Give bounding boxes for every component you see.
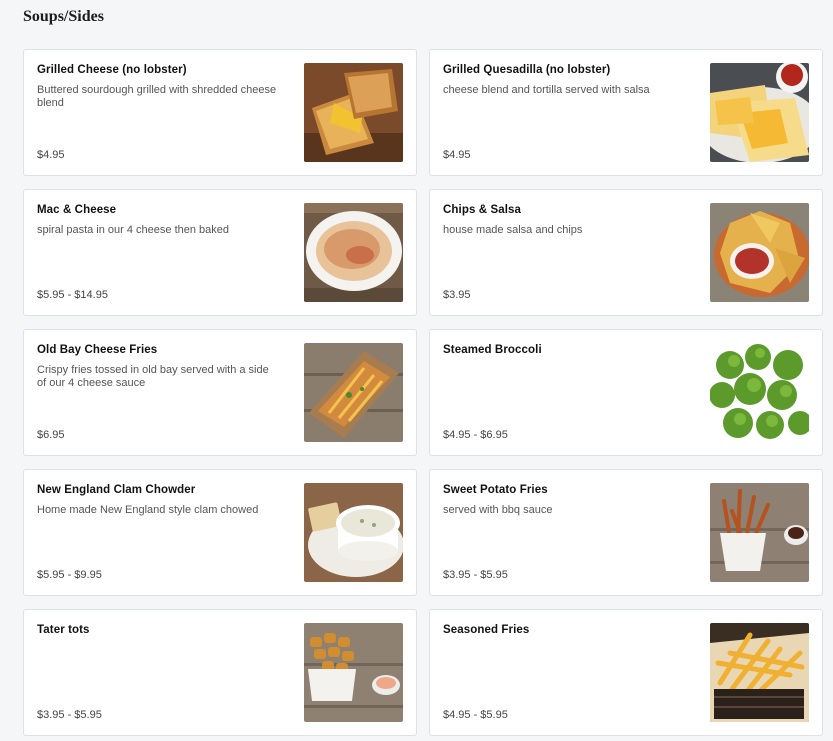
item-name: Grilled Quesadilla (no lobster) [443,64,611,76]
item-price: $4.95 - $5.95 [443,709,508,721]
item-name: Tater tots [37,624,90,636]
item-name: Seasoned Fries [443,624,530,636]
menu-item-card[interactable]: Grilled Cheese (no lobster) Buttered sou… [23,49,417,176]
item-description: Buttered sourdough grilled with shredded… [37,84,277,109]
item-price: $6.95 [37,429,65,441]
item-description: served with bbq sauce [443,504,553,516]
item-name: Grilled Cheese (no lobster) [37,64,187,76]
menu-item-card[interactable]: Steamed Broccoli $4.95 - $6.95 [429,329,823,456]
item-name: Old Bay Cheese Fries [37,344,158,356]
item-price: $4.95 - $6.95 [443,429,508,441]
broccoli-photo [710,343,809,442]
item-price: $3.95 - $5.95 [37,709,102,721]
menu-item-card[interactable]: Sweet Potato Fries served with bbq sauce… [429,469,823,596]
item-description: Home made New England style clam chowed [37,504,259,516]
cheese-fries-photo [304,343,403,442]
item-price: $4.95 [37,149,65,161]
item-price: $3.95 - $5.95 [443,569,508,581]
menu-item-card[interactable]: Grilled Quesadilla (no lobster) cheese b… [429,49,823,176]
chips-salsa-photo [710,203,809,302]
menu-item-card[interactable]: Tater tots $3.95 - $5.95 [23,609,417,736]
menu-item-card[interactable]: New England Clam Chowder Home made New E… [23,469,417,596]
item-name: Mac & Cheese [37,204,117,216]
item-price: $3.95 [443,289,471,301]
item-price: $4.95 [443,149,471,161]
item-description: house made salsa and chips [443,224,583,236]
grilled-cheese-photo [304,63,403,162]
tater-tots-photo [304,623,403,722]
menu-grid: Grilled Cheese (no lobster) Buttered sou… [23,49,823,736]
item-description: spiral pasta in our 4 cheese then baked [37,224,230,236]
item-name: Sweet Potato Fries [443,484,548,496]
sweet-potato-fries-photo [710,483,809,582]
menu-item-card[interactable]: Old Bay Cheese Fries Crispy fries tossed… [23,329,417,456]
item-name: New England Clam Chowder [37,484,196,496]
seasoned-fries-photo [710,623,809,722]
menu-item-card[interactable]: Chips & Salsa house made salsa and chips… [429,189,823,316]
item-price: $5.95 - $14.95 [37,289,108,301]
item-name: Steamed Broccoli [443,344,542,356]
item-description: Crispy fries tossed in old bay served wi… [37,364,269,389]
item-description: cheese blend and tortilla served with sa… [443,84,650,96]
section-title: Soups/Sides [23,8,104,25]
mac-cheese-photo [304,203,403,302]
clam-chowder-photo [304,483,403,582]
menu-item-card[interactable]: Mac & Cheese spiral pasta in our 4 chees… [23,189,417,316]
quesadilla-photo [710,63,809,162]
menu-item-card[interactable]: Seasoned Fries $4.95 - $5.95 [429,609,823,736]
item-name: Chips & Salsa [443,204,521,216]
item-price: $5.95 - $9.95 [37,569,102,581]
